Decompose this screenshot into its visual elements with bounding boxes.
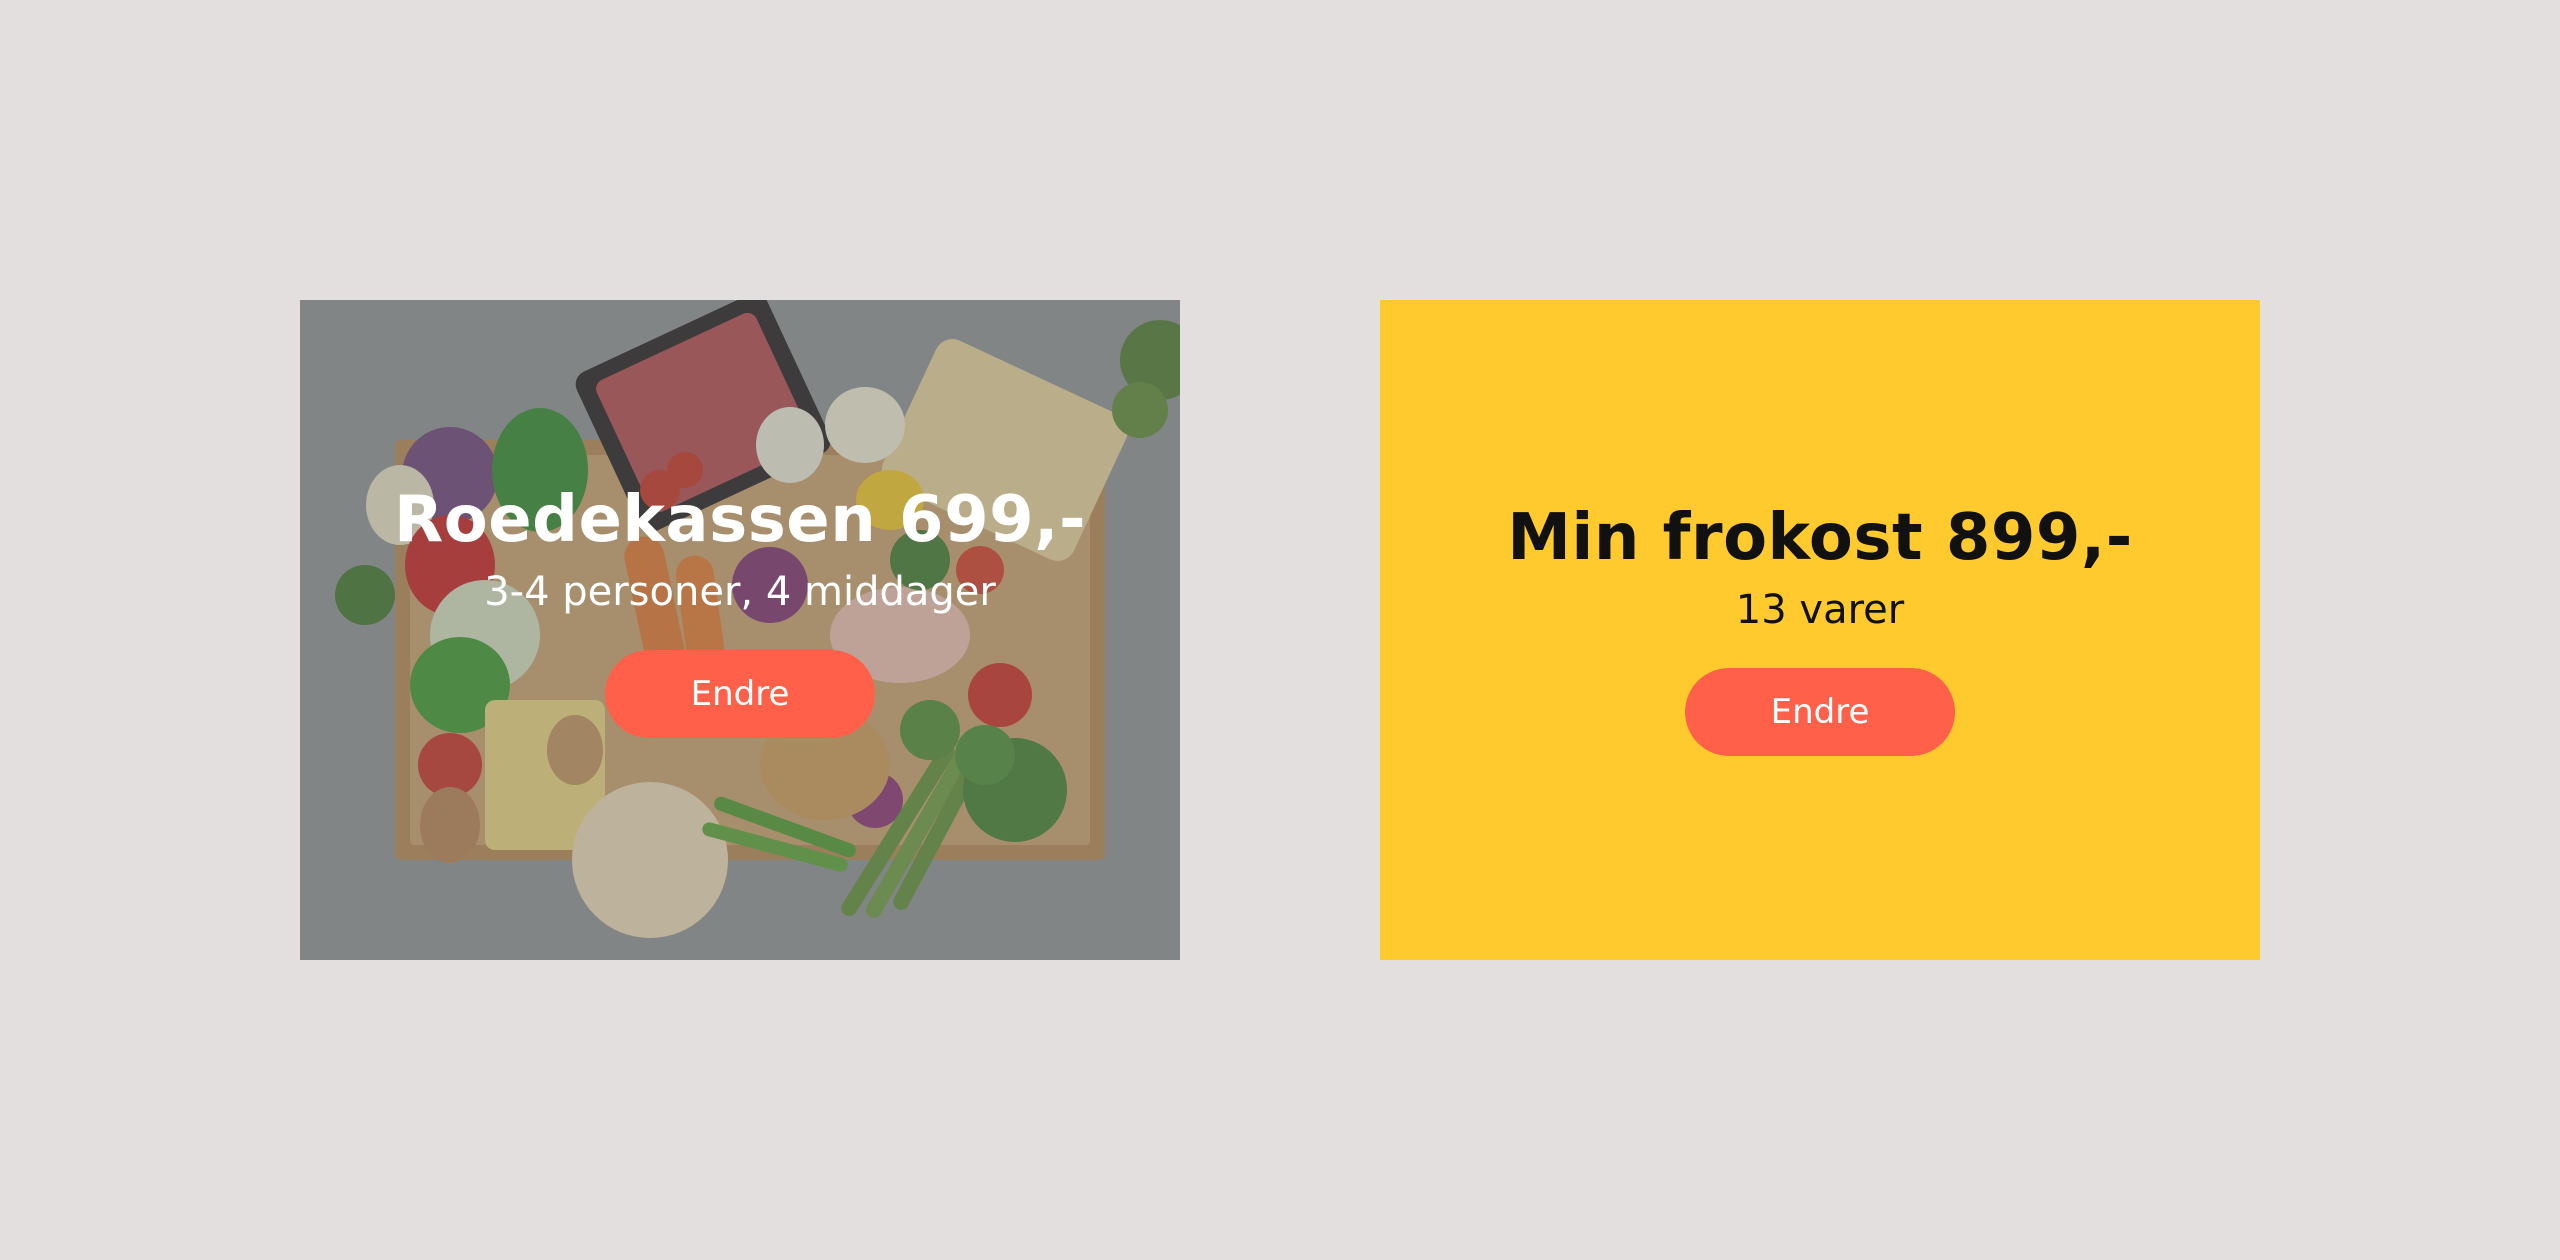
card-content: Roedekassen 699,- 3-4 personer, 4 middag… (300, 480, 1180, 738)
min-frokost-card: Min frokost 899,- 13 varer Endre (1380, 300, 2260, 960)
endre-button[interactable]: Endre (1685, 668, 1955, 756)
card-title: Roedekassen 699,- (393, 483, 1087, 557)
card-subtitle: 3-4 personer, 4 middager (484, 569, 996, 615)
endre-button[interactable]: Endre (605, 650, 875, 738)
card-subtitle: 13 varer (1735, 587, 1905, 633)
card-content: Min frokost 899,- 13 varer Endre (1380, 498, 2260, 756)
roedekassen-card: Roedekassen 699,- 3-4 personer, 4 middag… (300, 300, 1180, 960)
card-title: Min frokost 899,- (1507, 501, 2133, 575)
